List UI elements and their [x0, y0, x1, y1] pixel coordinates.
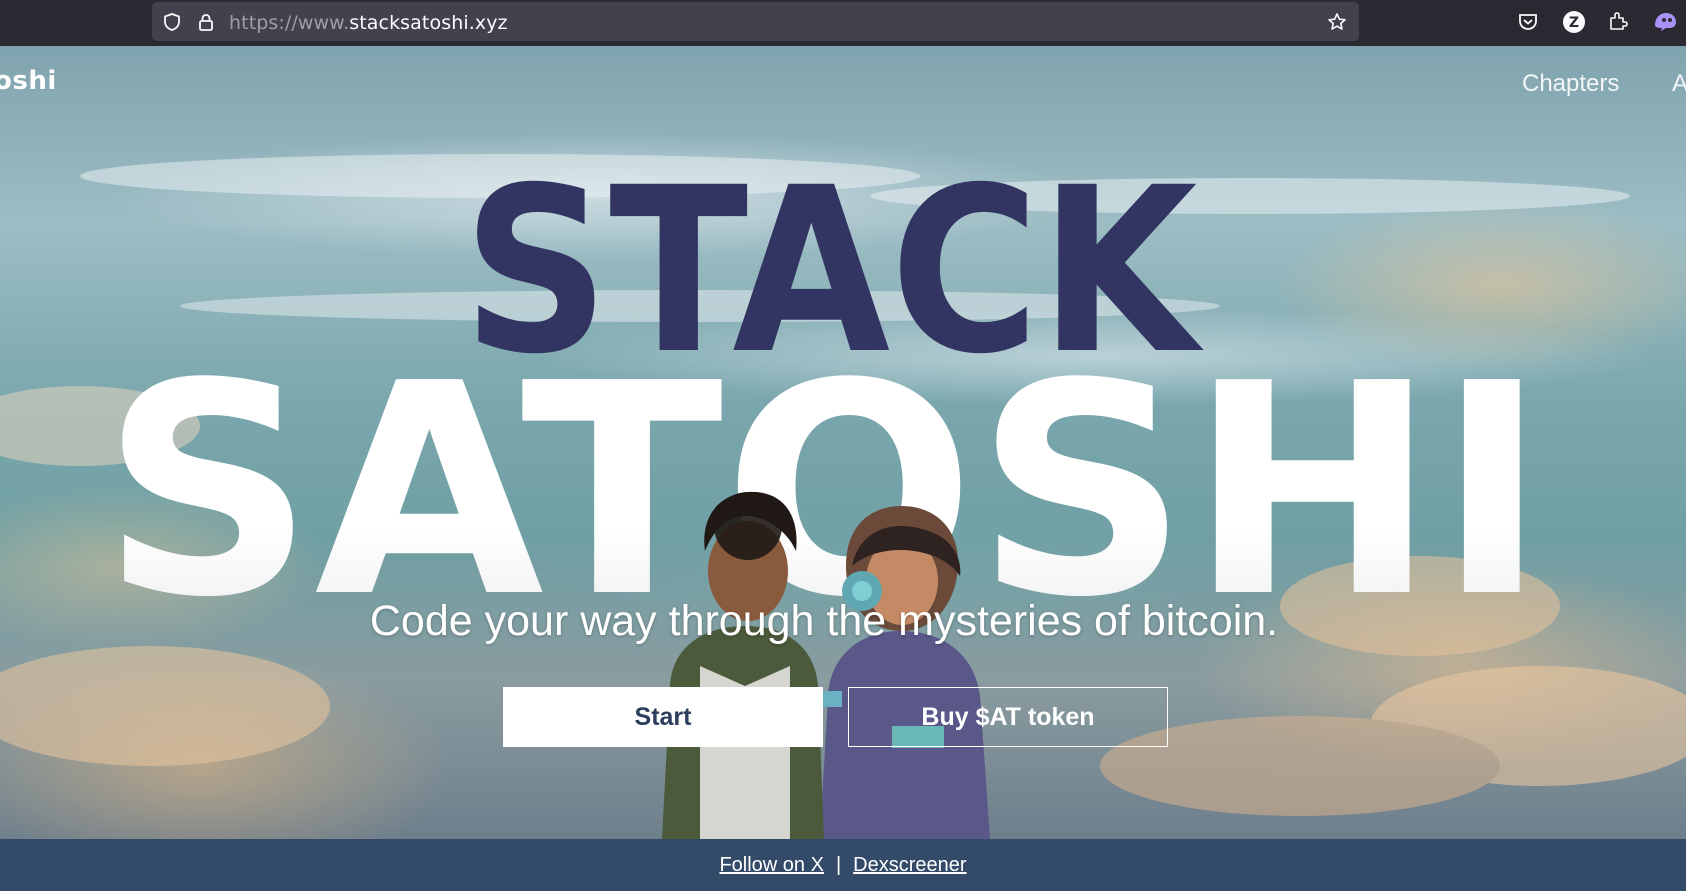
dexscreener-link[interactable]: Dexscreener — [853, 854, 966, 877]
footer-bar: Follow on X | Dexscreener — [0, 839, 1686, 891]
url-prefix: https://www. — [229, 12, 350, 34]
start-button[interactable]: Start — [503, 687, 823, 747]
address-bar[interactable]: https://www.stacksatoshi.xyz — [152, 2, 1359, 41]
hero-background: STACK SATOSHI — [0, 138, 1686, 839]
nav-link-chapters[interactable]: Chapters — [1522, 70, 1619, 98]
start-button-label: Start — [634, 702, 692, 731]
shield-icon[interactable] — [162, 12, 182, 32]
pocket-icon[interactable] — [1517, 11, 1539, 38]
star-icon[interactable] — [1327, 12, 1347, 32]
follow-on-x-link[interactable]: Follow on X — [719, 854, 824, 877]
profile-icon[interactable]: Z — [1562, 10, 1586, 39]
hero-tagline: Code your way through the mysteries of b… — [369, 597, 1279, 645]
nav-link-truncated[interactable]: A — [1672, 70, 1686, 98]
browser-toolbar: https://www.stacksatoshi.xyz Z — [0, 0, 1686, 46]
lock-icon[interactable] — [196, 12, 216, 32]
extension-app-icon[interactable] — [1652, 9, 1678, 40]
buy-token-button[interactable]: Buy $AT token — [848, 687, 1168, 747]
profile-letter: Z — [1569, 15, 1579, 31]
buy-token-button-label: Buy $AT token — [921, 702, 1095, 731]
url-domain: stacksatoshi.xyz — [349, 12, 508, 34]
site-brand-logo[interactable]: oshi — [0, 66, 57, 96]
extensions-icon[interactable] — [1607, 10, 1629, 37]
url-text[interactable]: https://www.stacksatoshi.xyz — [229, 12, 508, 34]
footer-separator: | — [835, 853, 842, 876]
page-viewport: STACK SATOSHI oshi Chapters A Code your … — [0, 46, 1686, 839]
